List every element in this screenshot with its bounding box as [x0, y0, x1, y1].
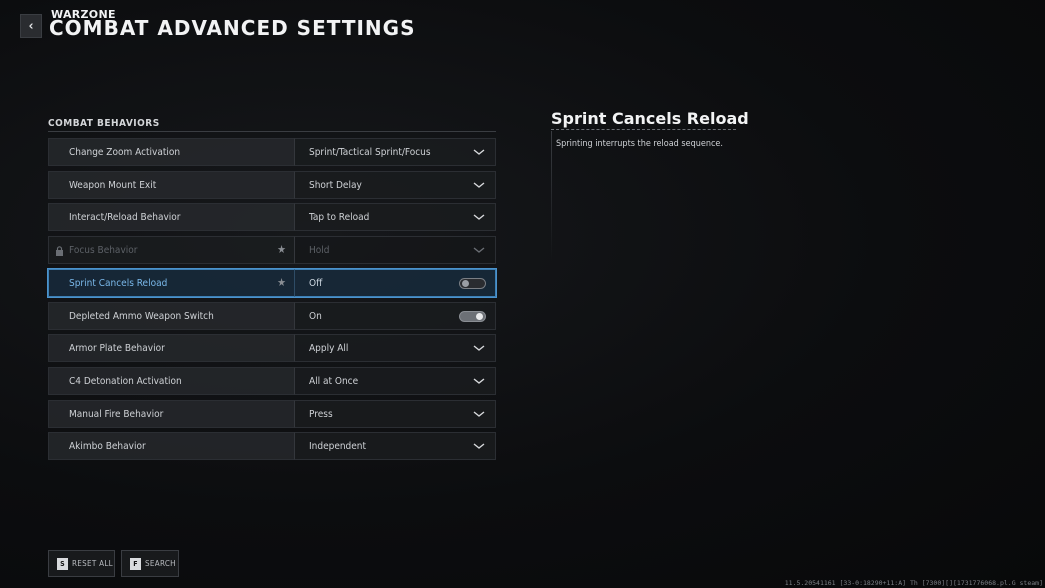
setting-label-text: Sprint Cancels Reload — [69, 277, 168, 289]
setting-row[interactable]: Manual Fire Behavior Press — [48, 400, 496, 428]
favorite-star-icon[interactable]: ★ — [277, 276, 286, 289]
chevron-down-icon — [473, 247, 485, 253]
setting-value: Sprint/Tactical Sprint/Focus — [309, 146, 431, 158]
setting-label: Akimbo Behavior — [48, 432, 294, 460]
reset-all-button[interactable]: S RESET ALL — [48, 550, 115, 577]
chevron-down-icon — [473, 182, 485, 188]
dropdown-field[interactable]: Sprint/Tactical Sprint/Focus — [294, 138, 496, 166]
setting-value: Apply All — [309, 342, 349, 354]
setting-row[interactable]: Change Zoom Activation Sprint/Tactical Sp… — [48, 138, 496, 166]
detail-side-bar — [551, 131, 552, 261]
dropdown-field[interactable]: Press — [294, 400, 496, 428]
setting-label: Armor Plate Behavior — [48, 334, 294, 362]
toggle-knob — [462, 280, 469, 287]
dropdown-field[interactable]: Short Delay — [294, 171, 496, 199]
dropdown-field[interactable]: Tap to Reload — [294, 203, 496, 231]
setting-label: Weapon Mount Exit — [48, 171, 294, 199]
key-hint: S — [57, 557, 68, 570]
chevron-down-icon — [473, 443, 485, 449]
setting-label-text: Interact/Reload Behavior — [69, 211, 181, 223]
detail-description: Sprinting interrupts the reload sequence… — [556, 139, 723, 149]
setting-label-text: Manual Fire Behavior — [69, 408, 164, 420]
setting-row[interactable]: Weapon Mount Exit Short Delay — [48, 171, 496, 199]
setting-label: Focus Behavior ★ — [48, 236, 294, 264]
setting-row[interactable]: Sprint Cancels Reload ★ Off — [47, 268, 497, 298]
chevron-down-icon — [473, 378, 485, 384]
chevron-down-icon — [473, 149, 485, 155]
setting-label: Change Zoom Activation — [48, 138, 294, 166]
dropdown-field[interactable]: All at Once — [294, 367, 496, 395]
setting-value: Hold — [309, 244, 330, 256]
chevron-left-icon: ‹ — [28, 18, 34, 34]
setting-row[interactable]: Focus Behavior ★ Hold — [48, 236, 496, 264]
toggle-switch[interactable] — [459, 278, 486, 289]
dropdown-field[interactable]: Apply All — [294, 334, 496, 362]
setting-label-text: Armor Plate Behavior — [69, 342, 165, 354]
section-title: COMBAT BEHAVIORS — [48, 118, 160, 129]
setting-row[interactable]: Depleted Ammo Weapon Switch On — [48, 302, 496, 330]
dropdown-field[interactable]: Hold — [294, 236, 496, 264]
setting-label: Depleted Ammo Weapon Switch — [48, 302, 294, 330]
settings-screen: ‹ WARZONE COMBAT ADVANCED SETTINGS COMBA… — [0, 0, 1045, 588]
section-divider — [48, 131, 496, 132]
lock-icon — [56, 246, 63, 256]
toggle-field[interactable]: On — [294, 302, 496, 330]
key-hint: F — [130, 557, 141, 570]
setting-value: Off — [309, 277, 323, 289]
toggle-switch[interactable] — [459, 311, 486, 322]
toggle-knob — [476, 313, 483, 320]
setting-label-text: Weapon Mount Exit — [69, 179, 157, 191]
detail-divider — [551, 129, 736, 130]
detail-title: Sprint Cancels Reload — [551, 109, 749, 128]
setting-value: Press — [309, 408, 333, 420]
reset-all-label: RESET ALL — [72, 559, 113, 568]
setting-value: On — [309, 310, 322, 322]
toggle-field[interactable]: Off — [294, 269, 496, 297]
chevron-down-icon — [473, 214, 485, 220]
setting-label: Sprint Cancels Reload ★ — [48, 269, 294, 297]
setting-label-text: C4 Detonation Activation — [69, 375, 182, 387]
setting-row[interactable]: Armor Plate Behavior Apply All — [48, 334, 496, 362]
setting-label: Manual Fire Behavior — [48, 400, 294, 428]
version-string: 11.5.20541161 [33-0:18290+11:A] Th [7300… — [784, 579, 1043, 587]
setting-label-text: Depleted Ammo Weapon Switch — [69, 310, 214, 322]
chevron-down-icon — [473, 411, 485, 417]
search-button[interactable]: F SEARCH — [121, 550, 179, 577]
search-label: SEARCH — [145, 559, 176, 568]
setting-label: Interact/Reload Behavior — [48, 203, 294, 231]
favorite-star-icon[interactable]: ★ — [277, 243, 286, 256]
setting-value: All at Once — [309, 375, 359, 387]
setting-value: Tap to Reload — [309, 211, 370, 223]
setting-value: Short Delay — [309, 179, 362, 191]
setting-row[interactable]: Akimbo Behavior Independent — [48, 432, 496, 460]
setting-label-text: Change Zoom Activation — [69, 146, 181, 158]
setting-row[interactable]: Interact/Reload Behavior Tap to Reload — [48, 203, 496, 231]
page-title: COMBAT ADVANCED SETTINGS — [49, 16, 416, 40]
dropdown-field[interactable]: Independent — [294, 432, 496, 460]
setting-label-text: Focus Behavior — [69, 244, 138, 256]
setting-label-text: Akimbo Behavior — [69, 440, 146, 452]
chevron-down-icon — [473, 345, 485, 351]
setting-row[interactable]: C4 Detonation Activation All at Once — [48, 367, 496, 395]
setting-label: C4 Detonation Activation — [48, 367, 294, 395]
back-button[interactable]: ‹ — [20, 14, 42, 38]
setting-value: Independent — [309, 440, 367, 452]
